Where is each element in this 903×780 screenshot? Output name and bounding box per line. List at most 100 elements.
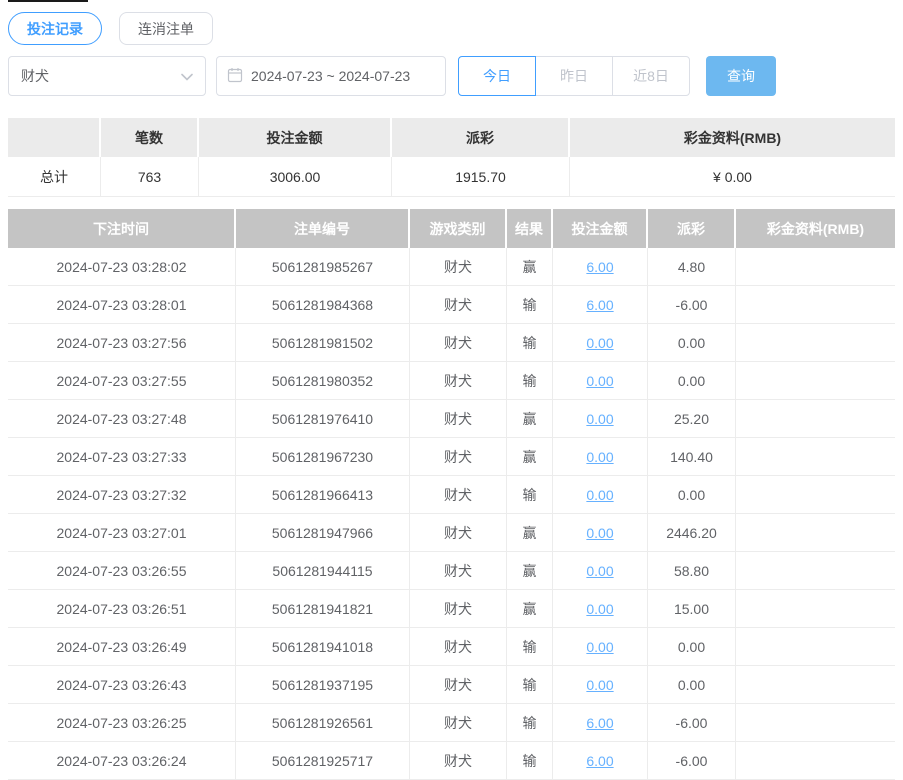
bet-time-cell: 2024-07-23 03:27:01 <box>8 514 236 552</box>
order-id-cell: 5061281967230 <box>236 438 410 476</box>
bet-amount-cell: 0.00 <box>553 552 648 590</box>
header-result: 结果 <box>507 209 553 248</box>
bet-amount-link[interactable]: 6.00 <box>586 297 613 313</box>
table-row: 2024-07-23 03:26:49 5061281941018 财犬输 0.00 0… <box>8 628 895 666</box>
bonus-cell <box>736 438 895 476</box>
game-type-cell: 财犬 <box>410 628 507 666</box>
order-id-cell: 5061281980352 <box>236 362 410 400</box>
bonus-cell <box>736 476 895 514</box>
payout-cell: 25.20 <box>648 400 736 438</box>
bet-amount-link[interactable]: 0.00 <box>586 563 613 579</box>
tab-bet-records[interactable]: 投注记录 <box>8 12 102 45</box>
summary-header-empty <box>8 118 101 157</box>
bet-time-cell: 2024-07-23 03:27:33 <box>8 438 236 476</box>
header-bet-time: 下注时间 <box>8 209 236 248</box>
bet-amount-link[interactable]: 0.00 <box>586 449 613 465</box>
tab-bar: 投注记录 连消注单 <box>8 12 895 45</box>
order-id-cell: 5061281941821 <box>236 590 410 628</box>
table-row: 2024-07-23 03:27:55 5061281980352 财犬输 0.00 0… <box>8 362 895 400</box>
bet-amount-cell: 6.00 <box>553 286 648 324</box>
bet-amount-cell: 6.00 <box>553 704 648 742</box>
header-bet-amount: 投注金额 <box>553 209 648 248</box>
bonus-cell <box>736 704 895 742</box>
payout-cell: 15.00 <box>648 590 736 628</box>
game-type-cell: 财犬 <box>410 552 507 590</box>
table-row: 2024-07-23 03:27:56 5061281981502 财犬输 0.00 0… <box>8 324 895 362</box>
header-game-type: 游戏类别 <box>410 209 507 248</box>
bet-amount-link[interactable]: 0.00 <box>586 487 613 503</box>
bet-amount-link[interactable]: 0.00 <box>586 335 613 351</box>
result-cell: 输 <box>507 704 553 742</box>
order-id-cell: 5061281984368 <box>236 286 410 324</box>
summary-total-bonus: ¥ 0.00 <box>570 157 895 197</box>
bet-time-cell: 2024-07-23 03:27:48 <box>8 400 236 438</box>
bet-amount-link[interactable]: 0.00 <box>586 601 613 617</box>
result-cell: 输 <box>507 286 553 324</box>
table-row: 2024-07-23 03:28:01 5061281984368 财犬输 6.00 -… <box>8 286 895 324</box>
payout-cell: 0.00 <box>648 666 736 704</box>
result-cell: 赢 <box>507 514 553 552</box>
game-select[interactable]: 财犬 <box>8 56 206 96</box>
payout-cell: 4.80 <box>648 248 736 286</box>
last-8-days-button[interactable]: 近8日 <box>612 56 690 96</box>
bet-amount-link[interactable]: 0.00 <box>586 525 613 541</box>
yesterday-button[interactable]: 昨日 <box>535 56 613 96</box>
bet-amount-link[interactable]: 0.00 <box>586 677 613 693</box>
bet-time-cell: 2024-07-23 03:28:02 <box>8 248 236 286</box>
payout-cell: 2446.20 <box>648 514 736 552</box>
game-type-cell: 财犬 <box>410 514 507 552</box>
summary-total-row: 总计 763 3006.00 1915.70 ¥ 0.00 <box>8 157 895 197</box>
game-type-cell: 财犬 <box>410 666 507 704</box>
result-cell: 输 <box>507 742 553 780</box>
bonus-cell <box>736 552 895 590</box>
bet-amount-link[interactable]: 6.00 <box>586 259 613 275</box>
result-cell: 赢 <box>507 400 553 438</box>
bet-time-cell: 2024-07-23 03:26:51 <box>8 590 236 628</box>
summary-header-payout: 派彩 <box>392 118 570 157</box>
table-row: 2024-07-23 03:26:51 5061281941821 财犬赢 0.00 1… <box>8 590 895 628</box>
game-type-cell: 财犬 <box>410 590 507 628</box>
payout-cell: 58.80 <box>648 552 736 590</box>
bet-time-cell: 2024-07-23 03:27:56 <box>8 324 236 362</box>
order-id-cell: 5061281985267 <box>236 248 410 286</box>
table-row: 2024-07-23 03:27:48 5061281976410 财犬赢 0.00 2… <box>8 400 895 438</box>
bet-amount-link[interactable]: 6.00 <box>586 715 613 731</box>
filter-bar: 财犬 2024-07-23 ~ 2024-07-23 今日 昨日 近8日 查询 <box>8 56 895 96</box>
order-id-cell: 5061281981502 <box>236 324 410 362</box>
bet-amount-link[interactable]: 6.00 <box>586 753 613 769</box>
order-id-cell: 5061281947966 <box>236 514 410 552</box>
bet-amount-cell: 0.00 <box>553 628 648 666</box>
bonus-cell <box>736 742 895 780</box>
order-id-cell: 5061281976410 <box>236 400 410 438</box>
tab-cancelled-orders[interactable]: 连消注单 <box>119 12 213 45</box>
bet-amount-link[interactable]: 0.00 <box>586 373 613 389</box>
bet-amount-cell: 0.00 <box>553 590 648 628</box>
table-row: 2024-07-23 03:26:43 5061281937195 财犬输 0.00 0… <box>8 666 895 704</box>
bet-time-cell: 2024-07-23 03:26:55 <box>8 552 236 590</box>
table-row: 2024-07-23 03:28:02 5061281985267 财犬赢 6.00 4… <box>8 248 895 286</box>
header-order-id: 注单编号 <box>236 209 410 248</box>
bet-amount-cell: 0.00 <box>553 514 648 552</box>
payout-cell: -6.00 <box>648 742 736 780</box>
bet-amount-cell: 0.00 <box>553 324 648 362</box>
summary-table: 笔数 投注金额 派彩 彩金资料(RMB) 总计 763 3006.00 1915… <box>8 118 895 197</box>
table-row: 2024-07-23 03:26:55 5061281944115 财犬赢 0.00 5… <box>8 552 895 590</box>
order-id-cell: 5061281937195 <box>236 666 410 704</box>
bonus-cell <box>736 324 895 362</box>
bet-time-cell: 2024-07-23 03:26:43 <box>8 666 236 704</box>
summary-header-bonus: 彩金资料(RMB) <box>570 118 895 157</box>
header-payout: 派彩 <box>648 209 736 248</box>
result-cell: 输 <box>507 476 553 514</box>
game-type-cell: 财犬 <box>410 742 507 780</box>
summary-header-row: 笔数 投注金额 派彩 彩金资料(RMB) <box>8 118 895 157</box>
payout-cell: -6.00 <box>648 286 736 324</box>
table-row: 2024-07-23 03:27:32 5061281966413 财犬输 0.00 0… <box>8 476 895 514</box>
result-cell: 赢 <box>507 248 553 286</box>
result-cell: 赢 <box>507 590 553 628</box>
date-range-input[interactable]: 2024-07-23 ~ 2024-07-23 <box>216 56 446 96</box>
bet-amount-link[interactable]: 0.00 <box>586 639 613 655</box>
query-button[interactable]: 查询 <box>706 56 776 96</box>
bet-amount-link[interactable]: 0.00 <box>586 411 613 427</box>
order-id-cell: 5061281926561 <box>236 704 410 742</box>
today-button[interactable]: 今日 <box>458 56 536 96</box>
